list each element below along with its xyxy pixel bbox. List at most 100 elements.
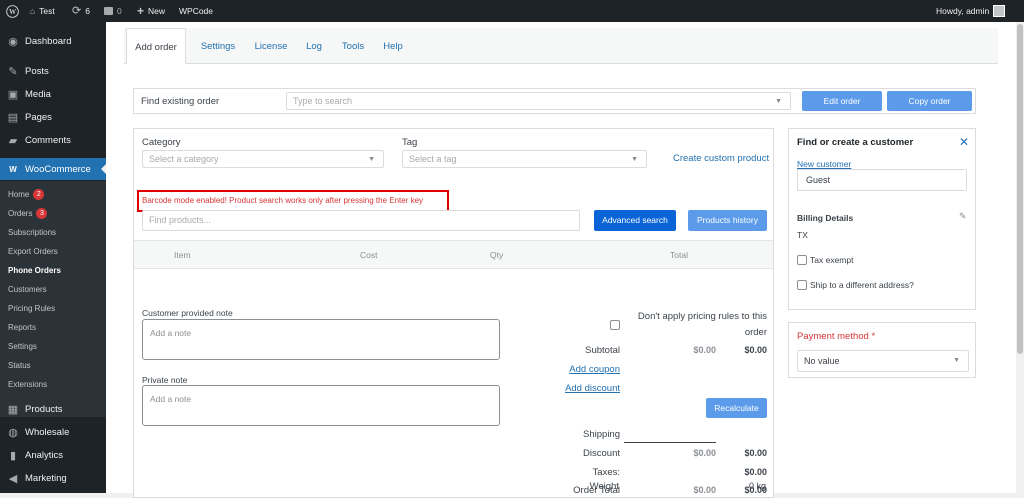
find-order-select[interactable]: Type to search ▼ xyxy=(286,92,791,110)
menu-analytics[interactable]: ▮ Analytics xyxy=(0,444,106,466)
home-badge: 2 xyxy=(33,189,45,201)
discount-total: $0.00 xyxy=(744,448,767,458)
discount-label: Discount xyxy=(583,448,620,459)
menu-pages[interactable]: ▤ Pages xyxy=(0,106,106,128)
products-history-button[interactable]: Products history xyxy=(688,210,767,231)
site-name-link[interactable]: ⌂ Test xyxy=(30,0,55,22)
submenu-customers[interactable]: Customers xyxy=(8,282,47,298)
private-note-textarea[interactable] xyxy=(142,385,500,426)
customer-select[interactable]: Guest xyxy=(797,169,967,191)
tax-exempt-checkbox[interactable] xyxy=(797,255,807,265)
close-icon[interactable]: ✕ xyxy=(959,135,969,149)
category-placeholder: Select a category xyxy=(149,154,219,164)
wpcode-link[interactable]: WPCode xyxy=(179,0,213,22)
submenu-extensions[interactable]: Extensions xyxy=(8,377,47,393)
admin-sidebar: ◉ Dashboard ✎ Posts ▣ Media ▤ Pages ▰ Comment… xyxy=(0,22,106,493)
scrollbar-thumb[interactable] xyxy=(1017,24,1023,354)
menu-label: Products xyxy=(25,403,63,415)
tab-settings[interactable]: Settings xyxy=(196,28,240,64)
submenu-subscriptions[interactable]: Subscriptions xyxy=(8,225,56,241)
edit-order-button[interactable]: Edit order xyxy=(802,91,882,111)
submenu-phone-orders[interactable]: Phone Orders xyxy=(8,263,61,279)
plus-icon: + xyxy=(137,4,145,18)
barcode-message: Barcode mode enabled! Product search wor… xyxy=(142,196,424,205)
menu-products[interactable]: ▦ Products xyxy=(0,398,106,420)
subtotal-label: Subtotal xyxy=(585,345,620,356)
menu-label: Posts xyxy=(25,65,49,77)
ship-different-label: Ship to a different address? xyxy=(810,280,914,290)
svg-text:W: W xyxy=(9,8,17,16)
subtotal-total: $0.00 xyxy=(744,345,767,355)
menu-label: Dashboard xyxy=(25,35,72,47)
create-custom-product-link[interactable]: Create custom product xyxy=(673,153,769,164)
shipping-label: Shipping xyxy=(583,429,620,440)
submenu-reports[interactable]: Reports xyxy=(8,320,36,336)
weight-label: Weight xyxy=(589,481,619,492)
new-customer-link[interactable]: New customer xyxy=(797,159,851,169)
add-coupon-link[interactable]: Add coupon xyxy=(544,364,620,375)
col-total: Total xyxy=(670,250,688,260)
menu-marketing[interactable]: ◀ Marketing xyxy=(0,467,106,489)
tab-license[interactable]: License xyxy=(252,28,290,64)
bar-chart-icon: ▮ xyxy=(9,449,17,462)
my-account-link[interactable]: Howdy, admin xyxy=(936,0,1006,22)
scrollbar[interactable] xyxy=(1016,22,1024,493)
new-link[interactable]: + New xyxy=(137,0,165,22)
updates-count: 6 xyxy=(85,6,90,16)
tab-log[interactable]: Log xyxy=(302,28,326,64)
payment-method-select[interactable]: No value ▼ xyxy=(797,350,969,372)
submenu-status[interactable]: Status xyxy=(8,358,31,374)
new-label: New xyxy=(148,6,166,16)
menu-posts[interactable]: ✎ Posts xyxy=(0,60,106,82)
weight-value: 0 kg xyxy=(748,481,766,491)
customer-panel-title: Find or create a customer xyxy=(797,137,914,148)
product-search-placeholder: Find products... xyxy=(149,215,212,225)
recalculate-button[interactable]: Recalculate xyxy=(706,398,767,418)
submenu-orders[interactable]: Orders 3 xyxy=(8,206,48,222)
menu-media[interactable]: ▣ Media xyxy=(0,83,106,105)
col-cost: Cost xyxy=(360,250,378,260)
tax-exempt-label: Tax exempt xyxy=(810,255,854,265)
menu-label: Pages xyxy=(25,111,52,123)
tab-tools[interactable]: Tools xyxy=(338,28,368,64)
submenu-export-orders[interactable]: Export Orders xyxy=(8,244,58,260)
tab-bar: Add order Settings License Log Tools Hel… xyxy=(124,28,998,64)
category-select[interactable]: Select a category ▼ xyxy=(142,150,384,168)
menu-comments[interactable]: ▰ Comments xyxy=(0,129,106,151)
chevron-down-icon: ▼ xyxy=(368,156,375,163)
submenu-pricing-rules[interactable]: Pricing Rules xyxy=(8,301,55,317)
menu-wholesale[interactable]: ◍ Wholesale xyxy=(0,421,106,443)
shipping-divider xyxy=(624,442,716,443)
updates-link[interactable]: ⟳ 6 xyxy=(72,0,90,22)
products-panel: Category Select a category ▼ Tag Select a… xyxy=(133,128,774,498)
dont-apply-pricing-checkbox[interactable] xyxy=(610,320,620,330)
customer-note-textarea[interactable] xyxy=(142,319,500,360)
menu-label: Analytics xyxy=(25,449,64,461)
avatar xyxy=(993,5,1006,17)
order-total-cost: $0.00 xyxy=(693,485,716,495)
add-discount-link[interactable]: Add discount xyxy=(544,383,620,394)
menu-woocommerce[interactable]: W WooCommerce xyxy=(0,158,106,180)
tag-select[interactable]: Select a tag ▼ xyxy=(402,150,647,168)
submenu-settings[interactable]: Settings xyxy=(8,339,37,355)
media-icon: ▣ xyxy=(7,88,19,101)
menu-dashboard[interactable]: ◉ Dashboard xyxy=(0,30,106,52)
woocommerce-submenu: Home 2 Orders 3 Subscriptions Export Order… xyxy=(0,181,106,417)
ship-different-checkbox[interactable] xyxy=(797,280,807,290)
pencil-icon[interactable]: ✎ xyxy=(959,211,967,222)
copy-order-button[interactable]: Copy order xyxy=(887,91,972,111)
advanced-search-button[interactable]: Advanced search xyxy=(594,210,676,231)
pin-icon: ✎ xyxy=(8,65,18,78)
menu-label: Media xyxy=(25,88,51,100)
submenu-home[interactable]: Home 2 xyxy=(8,187,45,203)
product-search-input[interactable]: Find products... xyxy=(142,210,580,231)
tab-help[interactable]: Help xyxy=(380,28,406,64)
woocommerce-icon: W xyxy=(9,164,17,174)
comments-link[interactable]: 0 xyxy=(104,0,122,22)
tab-add-order[interactable]: Add order xyxy=(126,28,186,64)
comment-icon: ▰ xyxy=(8,134,18,147)
refresh-icon: ⟳ xyxy=(72,5,82,17)
payment-method-title: Payment method * xyxy=(797,331,876,342)
wordpress-logo-icon[interactable]: W xyxy=(6,0,19,22)
billing-details-label: Billing Details xyxy=(797,213,854,223)
